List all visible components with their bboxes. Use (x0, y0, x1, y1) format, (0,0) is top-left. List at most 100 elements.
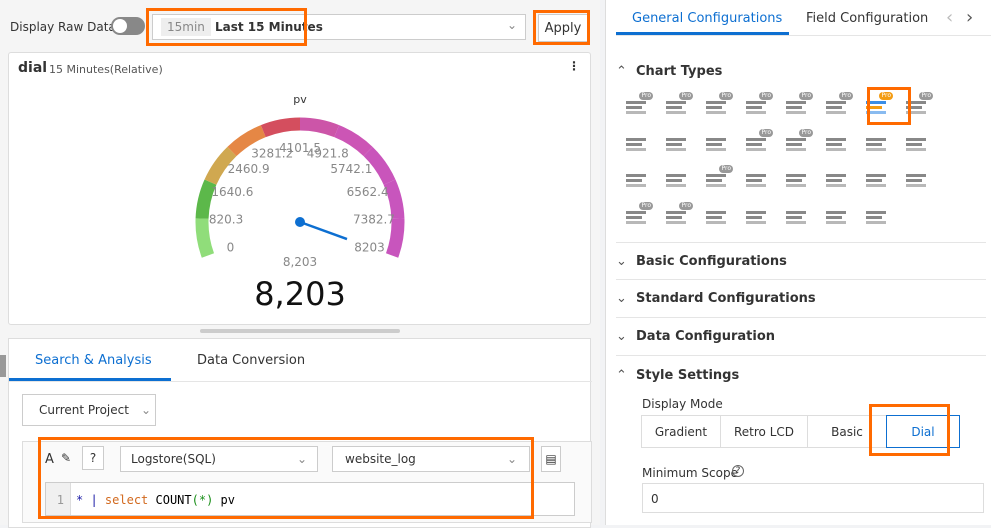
display-mode-basic-button[interactable]: Basic (807, 415, 887, 448)
chevron-down-icon: ⌄ (616, 329, 627, 344)
chart-type-dial-icon[interactable]: Pro (863, 92, 893, 120)
chart-type-china-map-icon[interactable] (863, 131, 889, 157)
store-type-select[interactable]: Logstore(SQL) ⌄ (120, 446, 318, 472)
gauge-tick-label: 7382.7 (353, 212, 395, 226)
section-chart-types[interactable]: ⌃ Chart Types (616, 52, 986, 90)
collapse-handle[interactable] (0, 355, 6, 377)
chart-type-topology-icon[interactable] (863, 167, 889, 193)
minimum-scope-input[interactable]: 0 (642, 483, 984, 513)
gauge-arc-segment (260, 117, 301, 138)
section-label: Basic Configurations (636, 253, 787, 269)
chevron-up-icon: ⌃ (616, 367, 627, 383)
chart-type-location-icon[interactable] (703, 204, 729, 230)
tab-search-analysis[interactable]: Search & Analysis (35, 353, 152, 368)
chart-type-world-map-icon[interactable] (903, 131, 929, 157)
code-token: pv (213, 493, 236, 507)
chart-type-flow-icon[interactable]: Pro (823, 92, 853, 120)
chart-type-cross-table-icon[interactable] (703, 131, 729, 157)
time-tag: 15min (161, 18, 211, 36)
gauge-arc-segment (299, 117, 340, 138)
gauge-tick-label: 820.3 (209, 212, 243, 226)
chart-type-pie-icon[interactable]: Pro (903, 92, 933, 120)
edit-icon[interactable]: ✎ (61, 451, 71, 465)
gauge-value: 8,203 (254, 275, 346, 313)
line-number: 1 (46, 483, 71, 515)
query-panel: Search & Analysis Data Conversion Curren… (8, 338, 592, 528)
gauge-needle (299, 220, 348, 241)
gauge-value-small: 8,203 (283, 255, 317, 269)
display-mode-label: Display Mode (642, 397, 723, 411)
project-label: Current Project (39, 403, 129, 417)
chart-type-image-icon[interactable] (623, 167, 649, 193)
left-pane: Display Raw Data 15min Last 15 Minutes ⌄… (0, 0, 600, 528)
chart-type-bubble-icon[interactable]: Pro (783, 128, 813, 157)
gauge-tick-label: 8203 (354, 240, 385, 254)
gauge-tick-label: 6562.4 (347, 185, 389, 199)
logstore-select[interactable]: website_log ⌄ (332, 446, 530, 472)
code-token: | (83, 493, 105, 507)
chart-type-amap-icon[interactable]: Pro (663, 201, 693, 230)
chart-type-single-value-icon[interactable]: Pro (783, 92, 813, 120)
chart-type-funnel-icon[interactable] (823, 204, 849, 230)
display-raw-data-toggle[interactable] (111, 17, 145, 35)
chart-type-histogram-icon[interactable] (623, 131, 649, 157)
chart-card: dial 15 Minutes(Relative) ⋮ 0 820.3 1640.6… (8, 52, 591, 325)
query-code: * | select COUNT(*) pv (76, 493, 235, 507)
section-label: Data Configuration (636, 329, 776, 344)
help-icon[interactable]: ? (82, 446, 104, 470)
apply-button[interactable]: Apply (538, 14, 588, 42)
store-type-label: Logstore(SQL) (131, 452, 216, 466)
display-mode-dial-button[interactable]: Dial (886, 415, 960, 448)
chart-type-line-icon[interactable]: Pro (663, 92, 693, 120)
gauge-series-name: pv (293, 93, 307, 106)
gauge-arc-segment (195, 218, 215, 258)
chart-type-bar-line-icon[interactable] (783, 204, 809, 230)
chart-type-markdown-icon[interactable] (663, 167, 689, 193)
copy-icon[interactable]: ▤ (541, 446, 561, 472)
chevron-up-icon: ⌃ (616, 63, 627, 79)
section-style-settings[interactable]: ⌃ Style Settings (616, 356, 986, 394)
tab-general-configurations[interactable]: General Configurations (632, 11, 782, 26)
section-label: Standard Configurations (636, 291, 816, 306)
chevron-down-icon: ⌄ (506, 452, 517, 466)
display-mode-retro-lcd-button[interactable]: Retro LCD (720, 415, 808, 448)
code-token: select (104, 493, 149, 507)
tab-data-conversion[interactable]: Data Conversion (197, 353, 305, 368)
chart-type-scatter-icon[interactable]: Pro (743, 128, 773, 157)
help-icon[interactable]: ? (732, 465, 744, 477)
chart-type-area-icon[interactable]: Pro (743, 92, 773, 120)
chart-type-map-icon[interactable]: Pro (623, 201, 653, 230)
section-basic-configurations[interactable]: ⌄ Basic Configurations (616, 242, 986, 280)
chevron-down-icon: ⌄ (296, 452, 307, 466)
project-select[interactable]: Current Project ⌄ (22, 394, 156, 426)
query-editor[interactable]: 1 * | select COUNT(*) pv (45, 482, 575, 516)
chart-type-table-icon[interactable]: Pro (623, 92, 653, 120)
chart-type-timeline-icon[interactable] (783, 167, 809, 193)
chart-type-radar-icon[interactable] (663, 131, 689, 157)
chevron-down-icon: ⌄ (140, 403, 152, 417)
chart-type-property-table-icon[interactable] (863, 204, 889, 230)
font-icon[interactable]: A (45, 452, 54, 467)
time-range-select[interactable]: 15min Last 15 Minutes ⌄ (152, 14, 526, 40)
chart-type-word-cloud-icon[interactable] (823, 167, 849, 193)
chart-type-list-icon[interactable]: Pro (703, 165, 733, 193)
section-label: Style Settings (636, 367, 740, 383)
config-pane: General Configurations Field Configurati… (605, 0, 991, 525)
resize-handle[interactable] (200, 329, 400, 333)
chart-type-candlestick-icon[interactable] (743, 167, 769, 193)
chevron-right-icon[interactable]: › (966, 7, 973, 28)
chart-type-column-icon[interactable] (903, 167, 929, 193)
chart-type-treemap-icon[interactable] (743, 204, 769, 230)
section-data-configuration[interactable]: ⌄ Data Configuration (616, 318, 986, 356)
display-raw-data-label: Display Raw Data (10, 20, 116, 34)
section-standard-configurations[interactable]: ⌄ Standard Configurations (616, 280, 986, 318)
chart-type-funnel-table-icon[interactable] (823, 131, 849, 157)
code-token: COUNT (148, 493, 192, 507)
chevron-left-icon[interactable]: ‹ (946, 7, 953, 28)
gauge-tick-label: 4921.8 (307, 146, 349, 160)
chevron-down-icon: ⌄ (616, 253, 627, 269)
chart-type-bar-icon[interactable]: Pro (703, 92, 733, 120)
display-mode-gradient-button[interactable]: Gradient (641, 415, 721, 448)
logstore-label: website_log (345, 452, 416, 466)
tab-field-configuration[interactable]: Field Configuration (806, 11, 928, 26)
